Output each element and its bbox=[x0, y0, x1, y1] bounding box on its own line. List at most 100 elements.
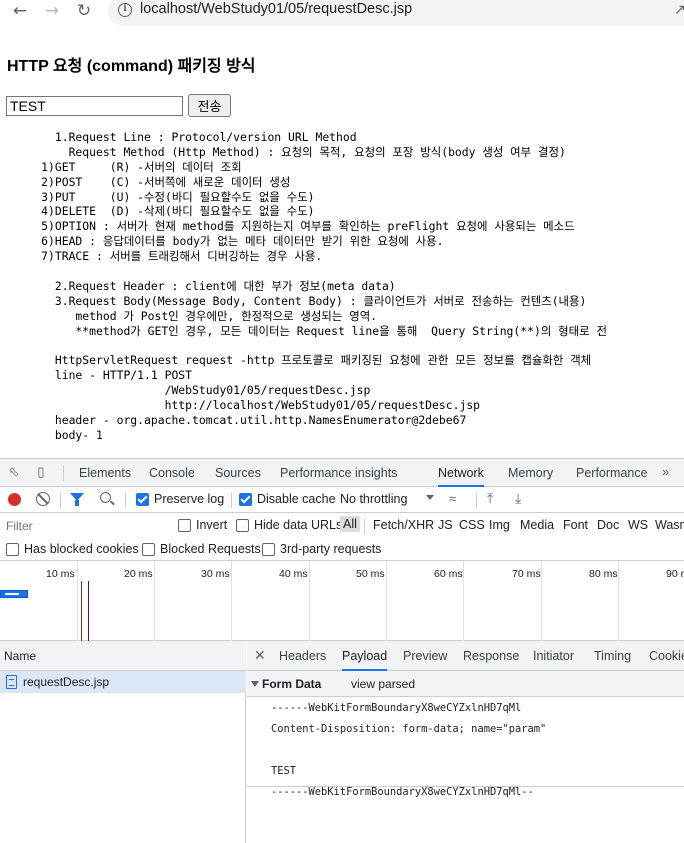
tab-sources[interactable]: Sources bbox=[215, 459, 261, 487]
tab-console[interactable]: Console bbox=[149, 459, 195, 487]
tab-memory[interactable]: Memory bbox=[508, 459, 553, 487]
type-filter-css[interactable]: CSS bbox=[459, 518, 485, 532]
network-overview[interactable]: 10 ms 20 ms 30 ms 40 ms 50 ms 60 ms 70 m… bbox=[0, 561, 684, 641]
search-icon[interactable] bbox=[100, 492, 111, 503]
payload-line: TEST bbox=[271, 765, 297, 777]
divider bbox=[63, 465, 64, 481]
divider bbox=[247, 786, 684, 787]
text-line: method 가 Post인 경우에만, 한정적으로 생성되는 영역. bbox=[0, 308, 378, 323]
name-column-header[interactable]: Name bbox=[0, 641, 246, 671]
text-line: HttpServletRequest request -http 프로토콜로 패… bbox=[0, 353, 592, 368]
tab-payload[interactable]: Payload bbox=[342, 641, 388, 671]
text-line bbox=[0, 338, 684, 353]
text-line: 6)HEAD : 응답데이터를 body가 없는 메타 데이터만 받기 위한 요… bbox=[0, 234, 444, 249]
tab-performance-insights[interactable]: Performance insights bbox=[280, 459, 397, 487]
request-row[interactable]: requestDesc.jsp bbox=[0, 671, 246, 693]
blocked-requests-checkbox[interactable] bbox=[142, 543, 155, 556]
preserve-log-checkbox[interactable] bbox=[136, 493, 149, 506]
has-blocked-cookies-checkbox[interactable] bbox=[6, 543, 19, 556]
has-blocked-cookies-label: Has blocked cookies bbox=[24, 542, 139, 556]
more-tabs-icon[interactable]: » bbox=[662, 464, 669, 479]
type-filter-fetch-xhr[interactable]: Fetch/XHR bbox=[373, 518, 434, 532]
close-icon[interactable]: ✕ bbox=[254, 647, 266, 664]
address-bar[interactable]: i localhost/WebStudy01/05/requestDesc.js… bbox=[108, 0, 684, 26]
timeline-tick: 50 ms bbox=[356, 568, 385, 580]
text-line: 2)POST (C) -서버쪽에 새로운 데이터 생성 bbox=[0, 174, 291, 189]
tab-preview[interactable]: Preview bbox=[403, 641, 447, 671]
hide-data-urls-checkbox[interactable] bbox=[236, 519, 249, 532]
tab-initiator[interactable]: Initiator bbox=[533, 641, 574, 671]
filter-icon[interactable] bbox=[70, 493, 84, 506]
text-line: 1.Request Line : Protocol/version URL Me… bbox=[0, 130, 357, 144]
document-icon bbox=[6, 675, 17, 689]
gridline bbox=[77, 561, 78, 641]
type-filter-font[interactable]: Font bbox=[563, 518, 588, 532]
inspect-icon[interactable]: ⬁ bbox=[6, 464, 22, 480]
collapse-triangle-icon[interactable] bbox=[251, 681, 259, 687]
payload-line: Content-Disposition: form-data; name="pa… bbox=[271, 723, 547, 735]
forward-icon[interactable]: → bbox=[42, 2, 62, 22]
url-text[interactable]: localhost/WebStudy01/05/requestDesc.jsp bbox=[140, 1, 412, 17]
chevron-down-icon[interactable] bbox=[426, 495, 434, 500]
gridline bbox=[463, 561, 464, 641]
type-filter-media[interactable]: Media bbox=[520, 518, 554, 532]
text-line: 2.Request Header : client에 대한 부가 정보(meta… bbox=[0, 278, 396, 293]
gridline bbox=[154, 561, 155, 641]
share-icon[interactable]: ↗ bbox=[674, 2, 684, 18]
third-party-checkbox[interactable] bbox=[262, 543, 275, 556]
record-icon[interactable] bbox=[8, 493, 21, 506]
type-filter-ws[interactable]: WS bbox=[628, 518, 648, 532]
import-har-icon[interactable]: ⤒ bbox=[487, 490, 493, 507]
type-filter-js[interactable]: JS bbox=[438, 518, 453, 532]
filter-input[interactable] bbox=[0, 515, 165, 537]
text-line: 3)PUT (U) -수정(바디 필요할수도 없을 수도) bbox=[0, 189, 315, 204]
text-line: **method가 GET인 경우, 모든 데이터는 Request line을… bbox=[0, 323, 607, 338]
back-icon[interactable]: ← bbox=[10, 2, 30, 22]
param-input[interactable] bbox=[6, 96, 183, 116]
text-line: http://localhost/WebStudy01/05/requestDe… bbox=[0, 398, 481, 413]
text-line: header - org.apache.tomcat.util.http.Nam… bbox=[0, 412, 467, 427]
invert-checkbox[interactable] bbox=[178, 519, 191, 532]
tab-network[interactable]: Network bbox=[438, 459, 484, 487]
timeline-tick: 40 ms bbox=[279, 568, 308, 580]
timeline-tick: 90 ms bbox=[666, 568, 684, 580]
request-list: Name requestDesc.jsp bbox=[0, 641, 246, 843]
type-filter-img[interactable]: Img bbox=[489, 518, 510, 532]
type-filter-wasm[interactable]: Wasm bbox=[655, 518, 684, 532]
payload-line: ------WebKitFormBoundaryX8weCYZxlnHD7qMl bbox=[271, 702, 522, 714]
text-line: 5)OPTION : 서버가 현재 method를 지원하는지 여부를 확인하는… bbox=[0, 219, 575, 234]
disable-cache-checkbox[interactable] bbox=[239, 493, 252, 506]
devtools-tabbar: ⬁ ▯ Elements Console Sources Performance… bbox=[0, 459, 684, 487]
text-line: body- 1 bbox=[0, 427, 103, 442]
site-info-icon[interactable]: i bbox=[118, 3, 132, 17]
clear-icon[interactable] bbox=[36, 492, 50, 506]
tab-performance[interactable]: Performance bbox=[576, 459, 648, 487]
submit-button[interactable]: 전송 bbox=[188, 94, 231, 117]
export-har-icon[interactable]: ⤓ bbox=[515, 490, 521, 507]
form-data-section[interactable]: Form Data view parsed bbox=[247, 671, 684, 697]
waterfall-bar bbox=[0, 590, 28, 598]
tab-cookies[interactable]: Cookies bbox=[649, 641, 684, 671]
reload-icon[interactable]: ↻ bbox=[74, 2, 94, 22]
timeline-tick: 70 ms bbox=[512, 568, 541, 580]
tab-headers[interactable]: Headers bbox=[279, 641, 326, 671]
page-title: HTTP 요청 (command) 패키징 방식 bbox=[7, 58, 256, 75]
detail-tabbar: ✕ Headers Payload Preview Response Initi… bbox=[247, 641, 684, 671]
tab-response[interactable]: Response bbox=[463, 641, 519, 671]
network-conditions-icon[interactable]: ≈ bbox=[449, 491, 456, 506]
text-line: 4)DELETE (D) -삭제(바디 필요할수도 없을 수도) bbox=[0, 204, 315, 219]
tab-elements[interactable]: Elements bbox=[79, 459, 131, 487]
tab-timing[interactable]: Timing bbox=[594, 641, 631, 671]
device-toolbar-icon[interactable]: ▯ bbox=[33, 464, 49, 480]
type-filter-doc[interactable]: Doc bbox=[597, 518, 619, 532]
network-toolbar: Preserve log Disable cache No throttling… bbox=[0, 487, 684, 513]
text-line: /WebStudy01/05/requestDesc.jsp bbox=[0, 383, 371, 398]
divider bbox=[125, 493, 126, 508]
gridline bbox=[386, 561, 387, 641]
type-filter-all[interactable]: All bbox=[340, 516, 360, 532]
timeline-tick: 30 ms bbox=[201, 568, 230, 580]
view-parsed-link[interactable]: view parsed bbox=[351, 671, 415, 697]
throttling-select[interactable]: No throttling bbox=[340, 492, 407, 506]
timeline-tick: 20 ms bbox=[124, 568, 153, 580]
divider bbox=[476, 493, 477, 508]
